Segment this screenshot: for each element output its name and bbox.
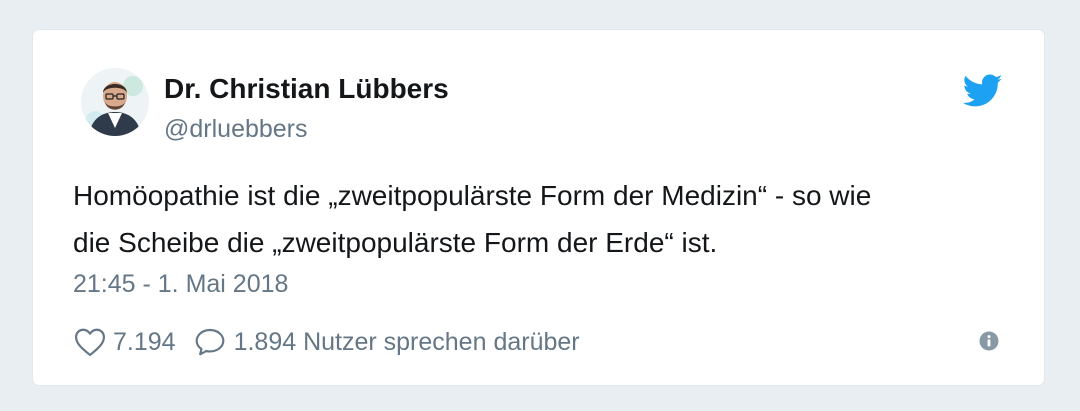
info-icon-svg xyxy=(979,331,999,351)
person-avatar-icon xyxy=(81,68,149,136)
reply-count-text: 1.894 Nutzer sprechen darüber xyxy=(233,327,580,356)
tweet-text-line: die Scheibe die „zweitpopulärste Form de… xyxy=(73,227,718,258)
twitter-bird-icon-svg xyxy=(962,74,1003,107)
tweet-text-line: Homöopathie ist die „zweitpopulärste For… xyxy=(73,180,872,211)
author-display-name[interactable]: Dr. Christian Lübbers xyxy=(164,73,449,105)
reply-button[interactable]: 1.894 Nutzer sprechen darüber xyxy=(194,327,580,357)
tweet-actions: 7.194 1.894 Nutzer sprechen darüber xyxy=(73,324,580,360)
twitter-bird-icon[interactable] xyxy=(962,74,1003,108)
speech-bubble-icon xyxy=(195,328,224,356)
author-handle[interactable]: @drluebbers xyxy=(164,115,308,144)
avatar[interactable] xyxy=(81,68,149,136)
like-button[interactable]: 7.194 xyxy=(73,327,176,357)
info-icon[interactable] xyxy=(979,331,999,351)
heart-icon xyxy=(75,328,105,357)
tweet-timestamp[interactable]: 21:45 - 1. Mai 2018 xyxy=(73,270,288,299)
like-count: 7.194 xyxy=(113,327,176,356)
tweet-card: Dr. Christian Lübbers @drluebbers Homöop… xyxy=(33,30,1044,385)
tweet-text: Homöopathie ist die „zweitpopulärste For… xyxy=(73,172,1023,266)
